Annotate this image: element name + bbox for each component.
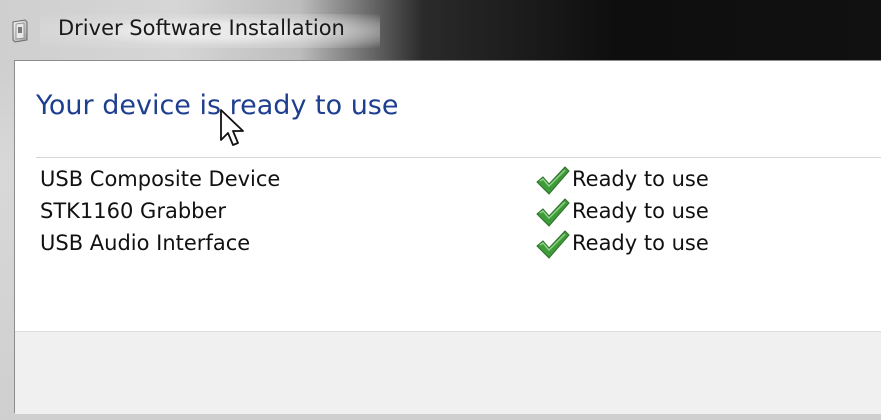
driver-install-icon xyxy=(10,19,32,43)
green-checkmark-icon xyxy=(535,196,571,228)
device-status: Ready to use xyxy=(572,231,709,255)
device-list: USB Composite Device Ready to use STK116… xyxy=(40,164,881,260)
list-item: USB Audio Interface Ready to use xyxy=(40,228,881,260)
heading-divider xyxy=(36,157,881,158)
device-name: STK1160 Grabber xyxy=(40,199,227,223)
list-item: USB Composite Device Ready to use xyxy=(40,164,881,196)
arrow-cursor-icon xyxy=(219,108,247,150)
green-checkmark-icon xyxy=(535,228,571,260)
device-status: Ready to use xyxy=(572,167,709,191)
green-checkmark-icon xyxy=(535,164,571,196)
main-heading: Your device is ready to use xyxy=(36,90,399,121)
dialog-content: Your device is ready to use USB Composit… xyxy=(14,60,881,414)
device-name: USB Composite Device xyxy=(40,167,281,191)
title-bar[interactable]: Driver Software Installation xyxy=(0,0,881,60)
device-name: USB Audio Interface xyxy=(40,231,251,255)
list-item: STK1160 Grabber Ready to use xyxy=(40,196,881,228)
device-status: Ready to use xyxy=(572,199,709,223)
dialog-footer xyxy=(15,331,881,414)
driver-install-window: Driver Software Installation Your device… xyxy=(0,0,881,420)
window-title: Driver Software Installation xyxy=(58,16,345,40)
